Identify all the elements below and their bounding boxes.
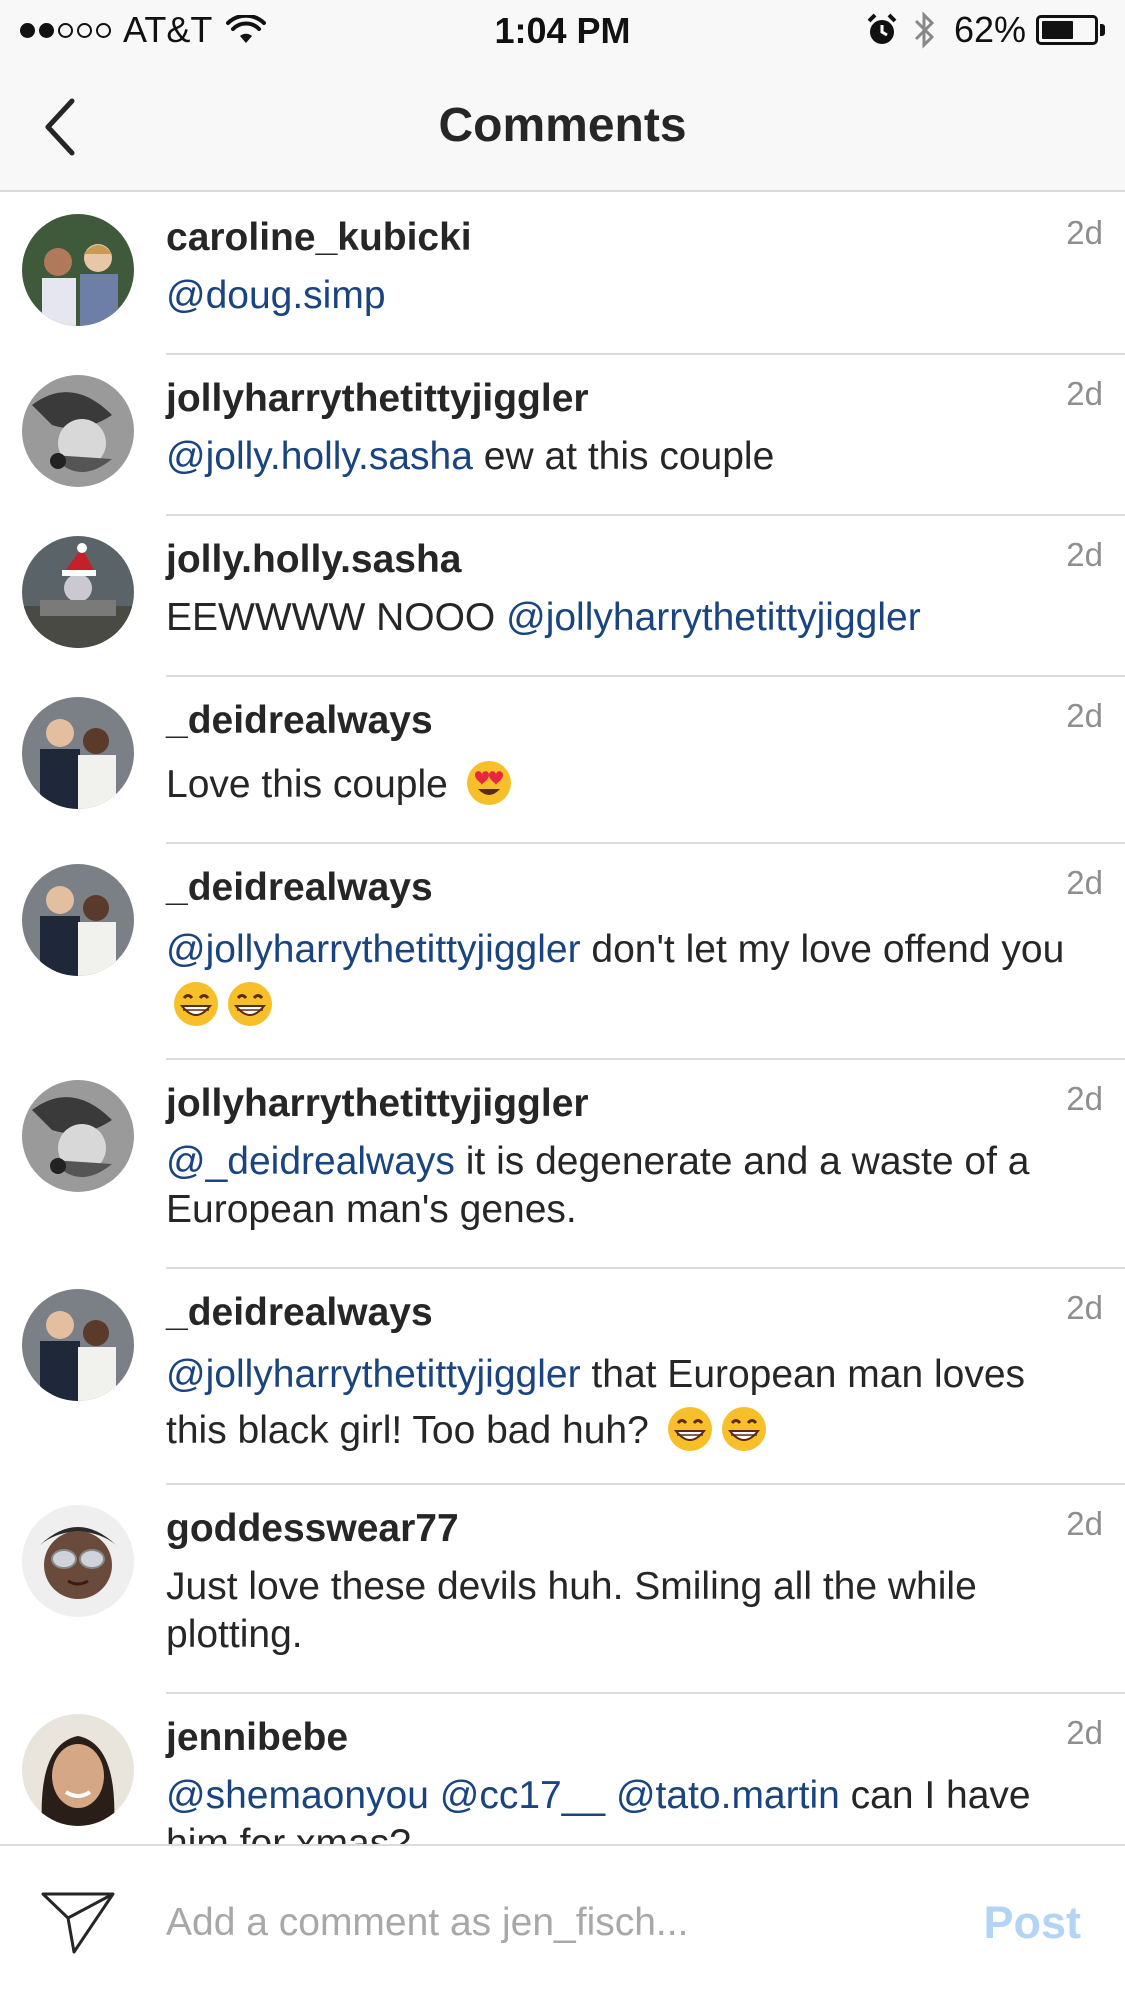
mention-link[interactable]: @tato.martin [616,1774,840,1817]
comment-username[interactable]: jollyharrythetittyjiggler [166,375,1085,423]
comment-text-part: don't let my love offend you [580,928,1065,971]
comment-username[interactable]: _deidrealways [166,697,1085,745]
grin-emoji-icon [721,1407,766,1451]
alarm-icon [867,13,897,44]
battery-percent: 62% [953,9,1026,50]
divider [166,514,1125,516]
avatar[interactable] [22,536,134,648]
mention-link[interactable]: @jolly.holly.sasha [166,435,473,478]
comment-username[interactable]: caroline_kubicki [166,214,1085,262]
divider [166,1692,1125,1694]
comment-time: 2d [1066,214,1103,251]
grin-emoji-icon [174,982,218,1026]
avatar[interactable] [22,375,134,487]
bluetooth-icon [914,11,935,49]
comment-text: @jollyharrythetittyjiggler that European… [166,1347,1086,1459]
mention-link[interactable]: @jollyharrythetittyjiggler [506,596,921,639]
divider [166,353,1125,355]
comment-username[interactable]: jennibebe [166,1714,1085,1762]
avatar[interactable] [22,1505,134,1617]
post-button[interactable]: Post [983,1882,1081,1964]
comment-time: 2d [1066,1505,1103,1542]
comment-time: 2d [1066,536,1103,573]
paper-plane-icon[interactable] [40,1890,116,1956]
comment-time: 2d [1066,697,1103,734]
comment-username[interactable]: jolly.holly.sasha [166,536,1085,584]
comment-username[interactable]: jollyharrythetittyjiggler [166,1080,1085,1128]
comment-time: 2d [1066,1080,1103,1117]
comment-text-part: EEWWWW NOOO [166,596,507,639]
avatar[interactable] [22,1080,134,1192]
mention-link[interactable]: @_deidrealways [166,1140,455,1183]
mention-link[interactable]: @cc17__ [440,1774,605,1817]
comment-text: @jolly.holly.sasha ew at this couple [166,433,1086,481]
comment-text: @shemaonyou @cc17__ @tato.martin can I h… [166,1772,1086,1844]
status-right: 62% [866,9,1105,50]
comment-username[interactable]: _deidrealways [166,864,1085,912]
comment-text: Just love these devils huh. Smiling all … [166,1563,1086,1659]
comment-text-part [429,1774,440,1817]
battery-icon [1036,15,1098,45]
comment-text: Love this couple [166,759,1086,809]
heart-eyes-emoji-icon [466,761,511,805]
comment-time: 2d [1066,864,1103,901]
comment-text-part [605,1774,616,1817]
avatar[interactable] [22,214,134,326]
comment-text-part: ew at this couple [472,435,775,478]
mention-link[interactable]: @jollyharrythetittyjiggler [166,928,581,971]
grin-emoji-icon [228,982,272,1026]
comment-time: 2d [1066,1289,1103,1326]
grin-emoji-icon [667,1407,712,1451]
status-bar: AT&T 1:04 PM 62% [0,0,1125,62]
divider [166,1058,1125,1060]
comment-text: @_deidrealways it is degenerate and a wa… [166,1138,1086,1234]
nav-bar: Comments [0,62,1125,192]
comment-username[interactable]: _deidrealways [166,1289,1085,1337]
comment-text-part: Love this couple [166,763,459,806]
avatar[interactable] [22,697,134,809]
page-title: Comments [438,99,687,152]
avatar[interactable] [22,1289,134,1401]
comments-list[interactable]: caroline_kubicki @doug.simp 2d jollyharr… [0,192,1125,1844]
mention-link[interactable]: @jollyharrythetittyjiggler [166,1353,581,1396]
comment-text: @doug.simp [166,272,1086,320]
divider [166,675,1125,677]
divider [166,1483,1125,1485]
comment-input[interactable] [166,1882,926,1964]
mention-link[interactable]: @shemaonyou [166,1774,429,1817]
avatar[interactable] [22,1714,134,1826]
comment-text: EEWWWW NOOO @jollyharrythetittyjiggler [166,594,1086,642]
comment-time: 2d [1066,1714,1103,1751]
battery-level [1042,21,1073,39]
comment-username[interactable]: goddesswear77 [166,1505,1085,1553]
comment-text-part: Just love these devils huh. Smiling all … [166,1565,977,1656]
mention-link[interactable]: @doug.simp [166,274,386,317]
comment-time: 2d [1066,375,1103,412]
comment-text: @jollyharrythetittyjiggler don't let my … [166,922,1086,1034]
avatar[interactable] [22,864,134,976]
divider [166,842,1125,844]
comment-composer: Post [0,1844,1125,2001]
battery-tip [1100,24,1105,36]
divider [166,1267,1125,1269]
